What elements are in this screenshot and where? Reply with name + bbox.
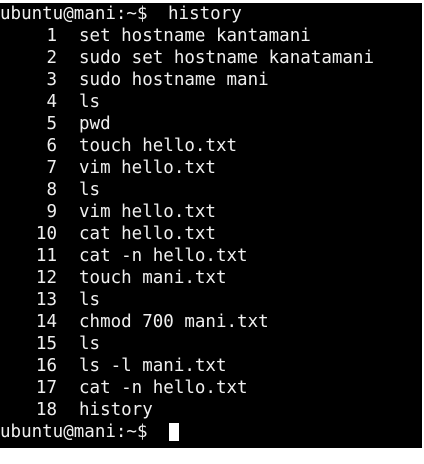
history-output: 1 set hostname kantamani 2 sudo set hostnam… <box>0 25 422 421</box>
history-entry-command: sudo hostname mani <box>79 70 269 90</box>
history-entry-command: touch mani.txt <box>79 268 227 288</box>
history-entry-number: 5 <box>46 114 57 134</box>
history-entry: 8 ls <box>0 179 422 201</box>
history-entry-command: touch hello.txt <box>79 136 238 156</box>
history-entry: 9 vim hello.txt <box>0 201 422 223</box>
history-entry: 5 pwd <box>0 113 422 135</box>
history-entry: 15 ls <box>0 333 422 355</box>
history-entry-command: vim hello.txt <box>79 202 216 222</box>
history-entry-command: ls <box>79 290 101 310</box>
history-entry-command: vim hello.txt <box>79 158 216 178</box>
history-entry-number: 15 <box>35 334 57 354</box>
terminal-window[interactable]: ubuntu@mani:~$ history 1 set hostname kan… <box>0 3 422 448</box>
history-entry-number: 3 <box>46 70 57 90</box>
history-entry-number: 10 <box>35 224 57 244</box>
history-entry-command: set hostname kantamani <box>79 26 311 46</box>
history-entry: 16 ls -l mani.txt <box>0 355 422 377</box>
history-entry-command: history <box>79 400 153 420</box>
history-entry: 12 touch mani.txt <box>0 267 422 289</box>
history-entry-command: ls <box>79 180 101 200</box>
history-entry: 4 ls <box>0 91 422 113</box>
history-entry: 17 cat -n hello.txt <box>0 377 422 399</box>
history-entry: 10 cat hello.txt <box>0 223 422 245</box>
history-entry-number: 9 <box>46 202 57 222</box>
shell-prompt: ubuntu@mani:~$ <box>0 4 148 24</box>
active-prompt-line[interactable]: ubuntu@mani:~$ <box>0 421 422 443</box>
command-line: ubuntu@mani:~$ history <box>0 3 422 25</box>
history-entry: 18 history <box>0 399 422 421</box>
history-entry-command: ls <box>79 92 101 112</box>
history-entry-number: 16 <box>35 356 57 376</box>
history-entry-command: ls <box>79 334 101 354</box>
history-entry-number: 18 <box>35 400 57 420</box>
history-entry: 3 sudo hostname mani <box>0 69 422 91</box>
history-entry-command: chmod 700 mani.txt <box>79 312 269 332</box>
entered-command: history <box>168 4 242 24</box>
history-entry-number: 8 <box>46 180 57 200</box>
history-entry-number: 13 <box>35 290 57 310</box>
history-entry-command: sudo set hostname kanatamani <box>79 48 375 68</box>
history-entry: 1 set hostname kantamani <box>0 25 422 47</box>
history-entry-number: 11 <box>35 246 57 266</box>
history-entry-command: cat -n hello.txt <box>79 246 248 266</box>
history-entry-number: 17 <box>35 378 57 398</box>
history-entry-number: 6 <box>46 136 57 156</box>
history-entry-command: cat hello.txt <box>79 224 216 244</box>
history-entry-command: cat -n hello.txt <box>79 378 248 398</box>
history-entry-number: 7 <box>46 158 57 178</box>
history-entry-number: 2 <box>46 48 57 68</box>
history-entry: 11 cat -n hello.txt <box>0 245 422 267</box>
history-entry: 13 ls <box>0 289 422 311</box>
shell-prompt: ubuntu@mani:~$ <box>0 422 148 442</box>
history-entry: 6 touch hello.txt <box>0 135 422 157</box>
history-entry-command: pwd <box>79 114 111 134</box>
history-entry-number: 14 <box>35 312 57 332</box>
history-entry: 7 vim hello.txt <box>0 157 422 179</box>
text-cursor <box>169 423 179 441</box>
history-entry: 14 chmod 700 mani.txt <box>0 311 422 333</box>
history-entry-command: ls -l mani.txt <box>79 356 227 376</box>
history-entry: 2 sudo set hostname kanatamani <box>0 47 422 69</box>
history-entry-number: 4 <box>46 92 57 112</box>
history-entry-number: 1 <box>46 26 57 46</box>
history-entry-number: 12 <box>35 268 57 288</box>
